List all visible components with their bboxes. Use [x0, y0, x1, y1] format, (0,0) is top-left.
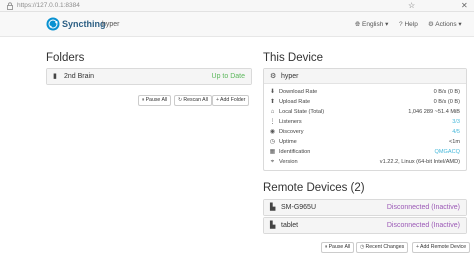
- row-label: Uptime: [279, 139, 297, 145]
- pause-all-label: Pause All: [145, 97, 168, 103]
- version-row: ⌖ Version v1.22.2, Linux (64-bit Intel/A…: [264, 157, 466, 167]
- question-icon: ?: [399, 21, 403, 28]
- this-device-heading: This Device: [263, 52, 324, 64]
- download-icon: ⬇: [269, 89, 276, 95]
- folder-name: 2nd Brain: [64, 73, 94, 80]
- remote-device-status: Disconnected (Inactive): [386, 222, 460, 229]
- add-remote-device-label: Add Remote Device: [420, 244, 467, 250]
- add-folder-button[interactable]: +Add Folder: [212, 95, 250, 106]
- discovery-icon: ◉: [269, 129, 276, 135]
- network-icon: ⋮: [269, 119, 276, 125]
- navbar: Syncthing hyper 🌐︎ English ▾ ? Help ⚙ Ac…: [0, 12, 474, 37]
- url-text[interactable]: https://127.0.0.1:8384: [17, 1, 80, 11]
- navbar-device-name: hyper: [102, 21, 120, 28]
- upload-rate-row: ⬆ Upload Rate 0 B/s (0 B): [264, 97, 466, 107]
- local-state-row: ⌂ Local State (Total) 1,046 289 ~51.4 Mi…: [264, 107, 466, 117]
- pause-all-label: Pause All: [328, 244, 351, 250]
- pause-icon: ⏸︎: [142, 97, 145, 103]
- row-value: 0 B/s (0 B): [433, 99, 460, 105]
- qrcode-icon: ▦: [269, 149, 276, 155]
- device-icon: ⚙: [270, 73, 277, 80]
- identification-row: ▦ Identification QMGACQ: [264, 147, 466, 157]
- caret-down-icon: ▾: [458, 21, 462, 28]
- row-label: Local State (Total): [279, 109, 325, 115]
- rescan-all-button[interactable]: ↻Rescan All: [174, 95, 212, 106]
- plus-icon: +: [416, 244, 420, 250]
- uptime-row: ◷ Uptime <1m: [264, 137, 466, 147]
- add-remote-device-button[interactable]: +Add Remote Device: [412, 242, 471, 253]
- remote-device-name: tablet: [281, 222, 299, 229]
- remote-device-name: SM-G965U: [281, 204, 317, 211]
- cog-icon: ⚙: [428, 21, 434, 28]
- recent-changes-button[interactable]: ◷Recent Changes: [356, 242, 409, 253]
- this-device-name: hyper: [281, 73, 299, 80]
- row-label: Identification: [279, 149, 311, 155]
- row-label: Version: [279, 159, 298, 165]
- server-icon: ▙: [270, 222, 276, 229]
- row-label: Download Rate: [279, 89, 318, 95]
- caret-down-icon: ▾: [385, 21, 389, 28]
- listeners-row: ⋮ Listeners 3/3: [264, 117, 466, 127]
- server-icon: ▙: [270, 204, 276, 211]
- close-icon[interactable]: ✕: [461, 0, 468, 11]
- remote-devices-heading: Remote Devices (2): [263, 182, 365, 194]
- plus-icon: +: [216, 97, 220, 103]
- this-device-panel: ⚙ hyper ⬇ Download Rate 0 B/s (0 B) ⬆ Up…: [263, 68, 467, 171]
- row-value: <1m: [448, 139, 460, 145]
- pause-all-devices-button[interactable]: ⏸︎Pause All: [321, 242, 355, 253]
- rescan-all-label: Rescan All: [183, 97, 208, 103]
- folder-panel[interactable]: ▮ 2nd Brain Up to Date: [46, 68, 252, 85]
- pause-icon: ⏸︎: [325, 244, 328, 250]
- add-folder-label: Add Folder: [220, 97, 246, 103]
- row-value: 1,046 289 ~51.4 MiB: [408, 109, 460, 115]
- discovery-link[interactable]: 4/5: [452, 127, 460, 137]
- row-label: Discovery: [279, 129, 304, 135]
- upload-icon: ⬆: [269, 99, 276, 105]
- folders-heading: Folders: [46, 52, 85, 64]
- home-icon: ⌂: [270, 109, 275, 115]
- clock-icon: ◷: [269, 139, 276, 145]
- language-menu[interactable]: 🌐︎ English ▾: [355, 19, 388, 30]
- brand-name[interactable]: Syncthing: [62, 18, 106, 30]
- pause-all-folders-button[interactable]: ⏸︎Pause All: [138, 95, 172, 106]
- help-menu[interactable]: ? Help: [399, 19, 418, 30]
- tag-icon: ⌖: [270, 159, 275, 165]
- actions-menu[interactable]: ⚙ Actions ▾: [428, 19, 462, 30]
- globe-icon: 🌐︎: [355, 21, 361, 28]
- discovery-row: ◉ Discovery 4/5: [264, 127, 466, 137]
- download-rate-row: ⬇ Download Rate 0 B/s (0 B): [264, 87, 466, 97]
- history-icon: ◷: [360, 244, 365, 250]
- refresh-icon: ↻: [178, 97, 183, 103]
- listeners-link[interactable]: 3/3: [452, 117, 460, 127]
- folder-status: Up to Date: [211, 73, 245, 80]
- remote-device-panel[interactable]: ▙ tablet Disconnected (Inactive): [263, 217, 467, 234]
- row-label: Upload Rate: [279, 99, 311, 105]
- recent-changes-label: Recent Changes: [365, 244, 405, 250]
- syncthing-logo-icon: [46, 17, 60, 31]
- identification-link[interactable]: QMGACQ: [435, 147, 460, 157]
- actions-label: Actions: [435, 21, 457, 28]
- remote-device-status: Disconnected (Inactive): [386, 204, 460, 211]
- row-value: v1.22.2, Linux (64-bit Intel/AMD): [379, 159, 460, 165]
- lock-icon: [7, 2, 13, 10]
- row-label: Listeners: [279, 119, 302, 125]
- folder-icon: ▮: [53, 73, 57, 80]
- help-label: Help: [404, 21, 418, 28]
- bookmark-star-icon[interactable]: ☆: [408, 0, 415, 11]
- row-value: 0 B/s (0 B): [433, 89, 460, 95]
- language-label: English: [362, 21, 384, 28]
- browser-address-bar[interactable]: https://127.0.0.1:8384 ☆ ✕: [0, 0, 474, 12]
- remote-device-panel[interactable]: ▙ SM-G965U Disconnected (Inactive): [263, 199, 467, 216]
